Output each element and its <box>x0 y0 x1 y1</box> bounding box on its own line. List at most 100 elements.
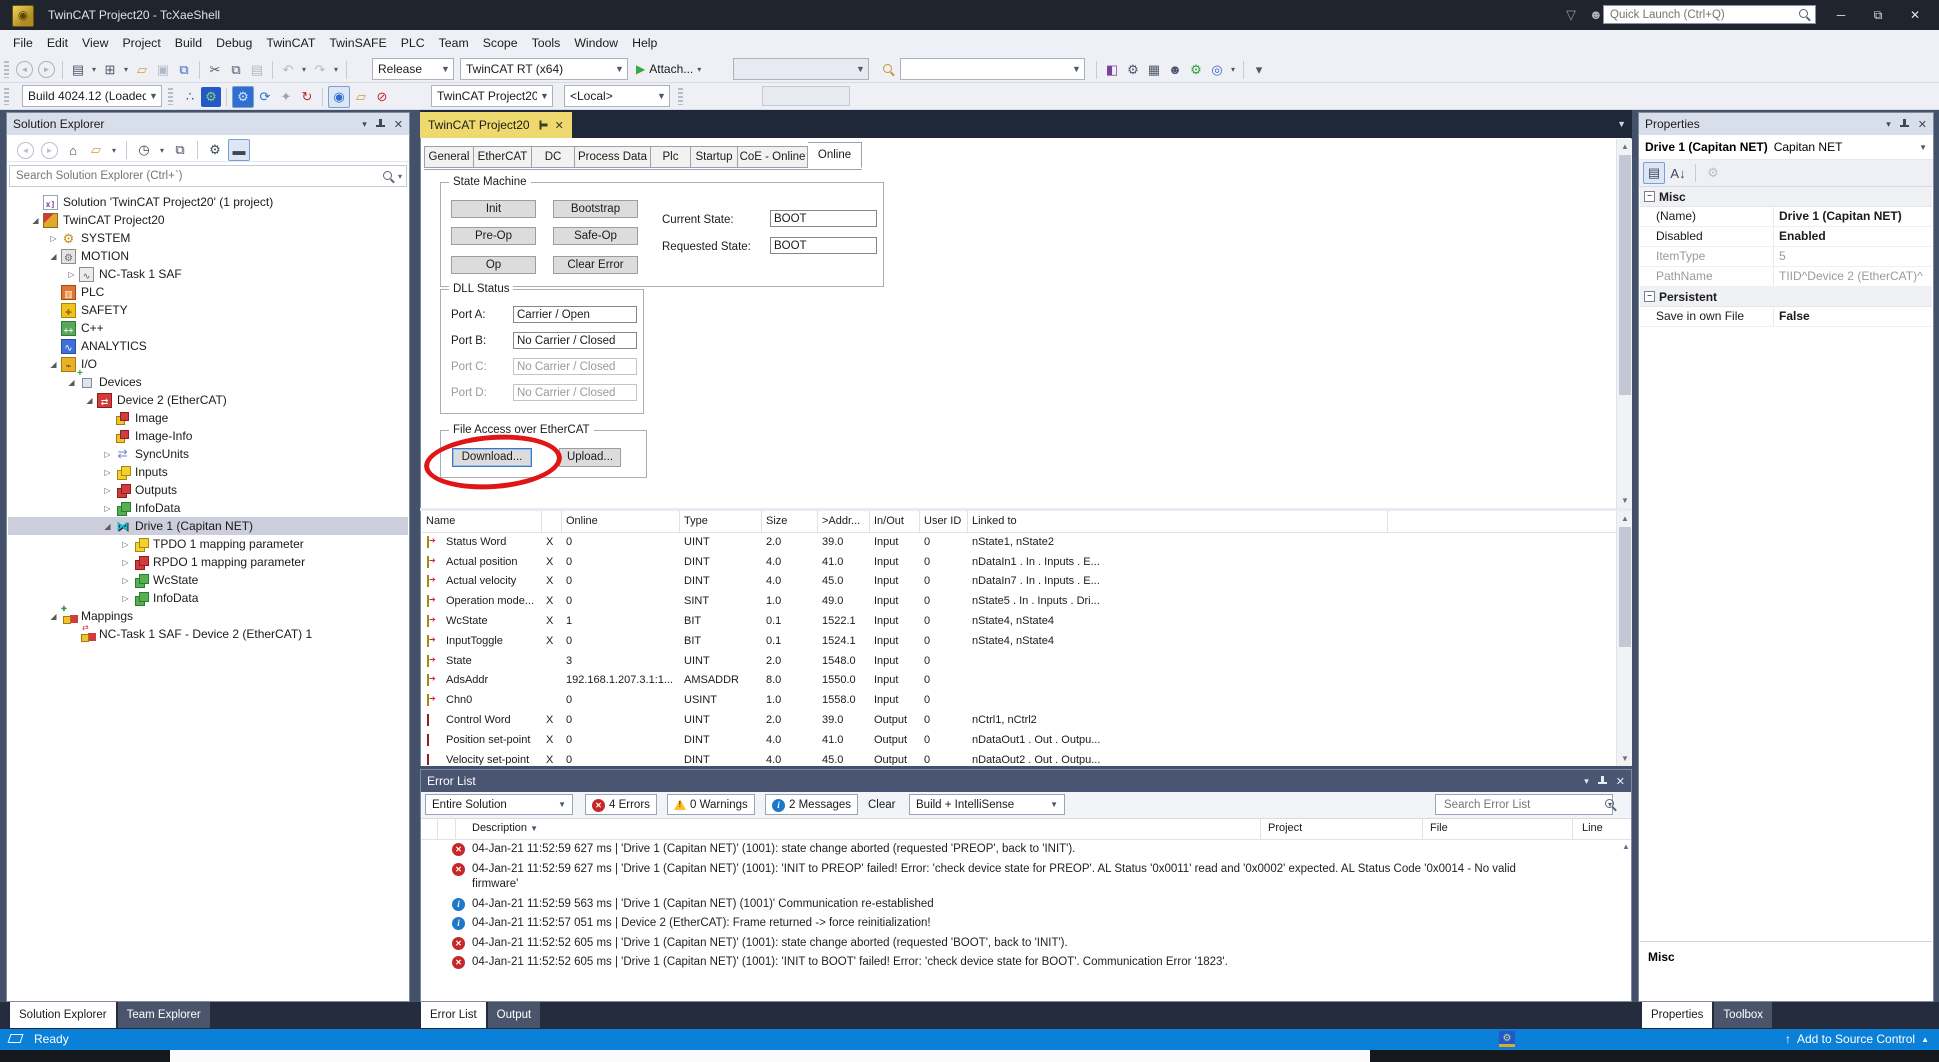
collapse-icon[interactable]: − <box>1644 191 1655 202</box>
op-button[interactable]: Op <box>451 256 536 274</box>
startup-project-combo[interactable]: ▼ <box>733 58 869 80</box>
tab-ethercat[interactable]: EtherCAT <box>474 146 532 168</box>
navigate-forward-icon[interactable]: ► <box>38 61 55 78</box>
tree-expanded-arrow[interactable]: ◢ <box>100 522 115 531</box>
property-value[interactable]: False <box>1774 307 1932 326</box>
port-status-field[interactable] <box>513 332 637 349</box>
grid-column-flag[interactable] <box>542 511 562 532</box>
tab-process-data[interactable]: Process Data <box>575 146 651 168</box>
toolbar-grip[interactable] <box>168 88 173 105</box>
editor-scrollbar[interactable]: ▲ ▼ <box>1616 139 1632 508</box>
error-search-box[interactable]: ▾ <box>1435 794 1613 815</box>
pin-icon[interactable] <box>537 121 547 130</box>
collapse-icon[interactable]: − <box>1644 291 1655 302</box>
undo-icon[interactable]: ↶ <box>278 60 298 80</box>
redo-icon[interactable]: ↷ <box>310 60 330 80</box>
grid-column-inout[interactable]: In/Out <box>870 511 920 532</box>
tc-free-run-icon[interactable]: ◉ <box>328 86 350 108</box>
property-row-disabled[interactable]: DisabledEnabled <box>1640 227 1932 247</box>
tree-expanded-arrow[interactable]: ◢ <box>64 378 79 387</box>
tree-item-analytics[interactable]: ANALYTICS <box>8 337 408 355</box>
property-row-itemtype[interactable]: ItemType5 <box>1640 247 1932 267</box>
tc-reload-devices-icon[interactable]: ∴ <box>180 87 200 107</box>
tree-expanded-arrow[interactable]: ◢ <box>82 396 97 405</box>
chevron-down-icon[interactable]: ▾ <box>299 65 309 74</box>
grid-column-online[interactable]: Online <box>562 511 680 532</box>
tree-item-rpdo-1-mapping-parameter[interactable]: ▷RPDO 1 mapping parameter <box>8 553 408 571</box>
build-version-combo[interactable]: Build 4024.12 (Loaded)▼ <box>22 85 162 107</box>
close-icon[interactable]: ✕ <box>1918 118 1927 131</box>
tree-collapsed-arrow[interactable]: ▷ <box>118 576 133 585</box>
grid-column-size[interactable]: Size <box>762 511 818 532</box>
tree-collapsed-arrow[interactable]: ▷ <box>100 450 115 459</box>
props-categorized-icon[interactable]: ▤ <box>1643 162 1665 184</box>
errors-filter-button[interactable]: 4 Errors <box>585 794 657 815</box>
attach-button[interactable]: ▶ Attach... ▾ <box>636 58 701 80</box>
requested-state-field[interactable] <box>770 237 877 254</box>
tree-item-devices[interactable]: ◢Devices <box>8 373 408 391</box>
target-system-combo[interactable]: <Local>▼ <box>564 85 670 107</box>
tools-wrench-icon[interactable]: ⚙ <box>1123 60 1143 80</box>
messages-filter-button[interactable]: 2 Messages <box>765 794 858 815</box>
tab-error-list[interactable]: Error List <box>421 1002 486 1028</box>
property-row-name[interactable]: (Name)Drive 1 (Capitan NET) <box>1640 207 1932 227</box>
chevron-down-icon[interactable]: ▾ <box>109 146 119 155</box>
navigate-backward-icon[interactable]: ◄ <box>16 61 33 78</box>
platform-combo[interactable]: TwinCAT RT (x64)▼ <box>460 58 628 80</box>
tree-item-wcstate[interactable]: ▷WcState <box>8 571 408 589</box>
error-list-entry[interactable]: 04-Jan-21 11:52:59 627 ms | 'Drive 1 (Ca… <box>421 840 1631 860</box>
configuration-combo[interactable]: Release▼ <box>372 58 454 80</box>
toolbar-grip[interactable] <box>4 61 9 78</box>
menu-window[interactable]: Window <box>567 30 625 56</box>
se-properties-wrench-icon[interactable]: ⚙ <box>205 140 225 160</box>
tree-item-c[interactable]: C++ <box>8 319 408 337</box>
paste-icon[interactable]: ▤ <box>247 60 267 80</box>
tc-config-mode-icon[interactable]: ⚙ <box>232 86 254 108</box>
menu-twinsafe[interactable]: TwinSAFE <box>322 30 393 56</box>
chevron-down-icon[interactable]: ▾ <box>697 65 701 74</box>
se-back-icon[interactable]: ◄ <box>17 142 34 159</box>
save-icon[interactable]: ▣ <box>153 60 173 80</box>
document-tab[interactable]: TwinCAT Project20 ✕ <box>420 112 572 138</box>
settings-gear-icon[interactable]: ⚙ <box>1186 60 1206 80</box>
tc-show-online-data-icon[interactable]: ▱ <box>351 87 371 107</box>
chevron-down-icon[interactable]: ▾ <box>121 65 131 74</box>
pin-icon[interactable] <box>1900 119 1909 129</box>
tab-plc[interactable]: Plc <box>651 146 691 168</box>
tree-collapsed-arrow[interactable]: ▷ <box>46 234 61 243</box>
menu-build[interactable]: Build <box>168 30 209 56</box>
chevron-down-icon[interactable]: ▼ <box>1050 800 1058 809</box>
document-list-caret[interactable]: ▼ <box>1617 119 1626 129</box>
se-switch-views-icon[interactable]: ▱ <box>86 140 106 160</box>
tab-toolbox[interactable]: Toolbox <box>1714 1002 1772 1028</box>
tree-expanded-arrow[interactable]: ◢ <box>46 612 61 621</box>
chevron-down-icon[interactable]: ▾ <box>331 65 341 74</box>
grid-row-actual-position[interactable]: Actual positionX0DINT4.041.0Input0nDataI… <box>422 552 1616 572</box>
grid-row-chn0[interactable]: Chn00USINT1.01558.0Input0 <box>422 690 1616 710</box>
tree-item-nc-task-1-saf-device-2-ethercat-1[interactable]: NC-Task 1 SAF - Device 2 (EtherCAT) 1 <box>8 625 408 643</box>
error-list-header[interactable]: Error List ▾ ✕ <box>421 770 1631 792</box>
error-list-scrollbar[interactable]: ▲ <box>1620 839 1632 1000</box>
property-category-persistent[interactable]: −Persistent <box>1640 287 1932 307</box>
tab-properties[interactable]: Properties <box>1642 1002 1712 1028</box>
tree-item-device-2-ethercat[interactable]: ◢Device 2 (EtherCAT) <box>8 391 408 409</box>
scrollbar-thumb[interactable] <box>1619 155 1631 395</box>
quick-launch-input[interactable] <box>1608 8 1798 22</box>
safe-op-button[interactable]: Safe-Op <box>553 227 638 245</box>
restore-button[interactable]: ⧉ <box>1861 0 1895 30</box>
tree-expanded-arrow[interactable]: ◢ <box>28 216 43 225</box>
scrollbar-thumb[interactable] <box>1619 527 1631 647</box>
property-value[interactable]: 5 <box>1774 247 1932 266</box>
grid-column-addr[interactable]: >Addr... <box>818 511 870 532</box>
tc-reload-icon[interactable]: ⟳ <box>255 87 275 107</box>
pre-op-button[interactable]: Pre-Op <box>451 227 536 245</box>
pin-icon[interactable] <box>1598 776 1607 786</box>
find-icon[interactable] <box>882 63 895 76</box>
tree-item-mappings[interactable]: ◢Mappings <box>8 607 408 625</box>
property-row-save-in-own-file[interactable]: Save in own FileFalse <box>1640 307 1932 327</box>
close-button[interactable]: ✕ <box>1898 0 1932 30</box>
grid-column-type[interactable]: Type <box>680 511 762 532</box>
description-column[interactable]: Description ▼ <box>456 819 1261 839</box>
tree-collapsed-arrow[interactable]: ▷ <box>64 270 79 279</box>
scroll-up-icon[interactable]: ▲ <box>1620 839 1632 854</box>
